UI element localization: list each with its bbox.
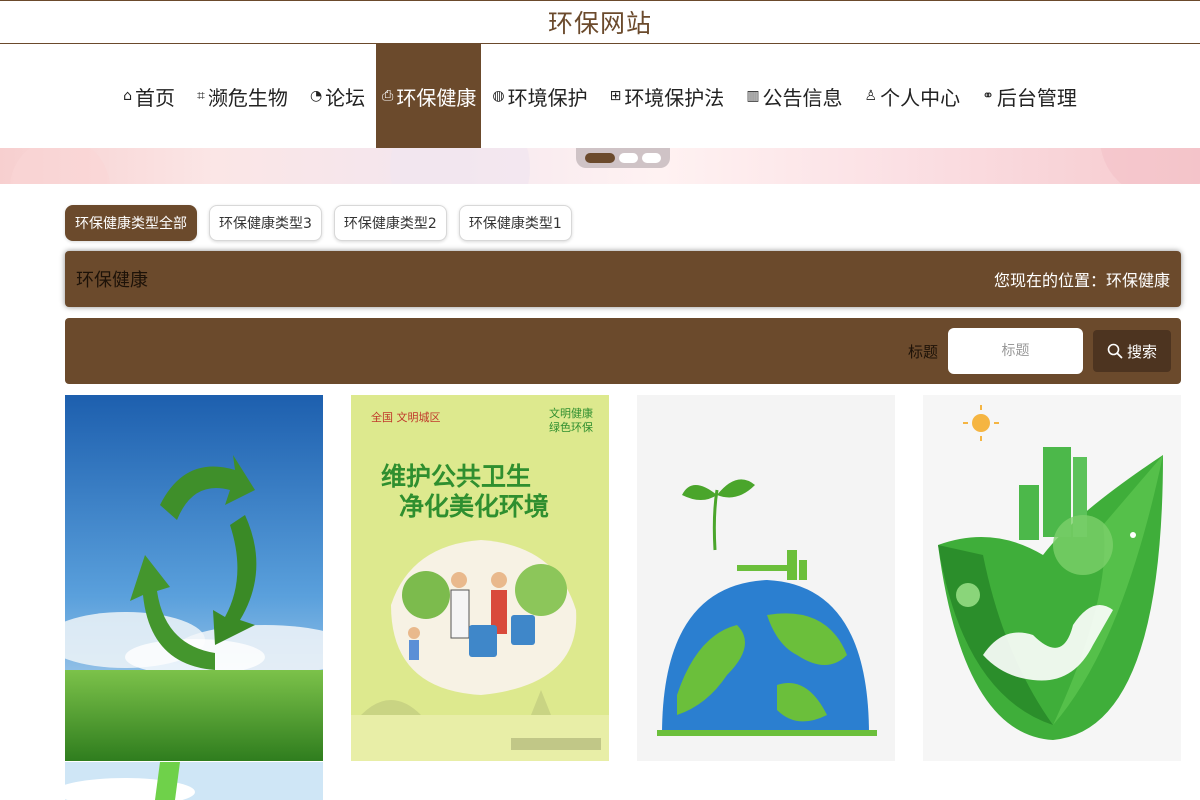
green-city-leaf-card[interactable] bbox=[923, 395, 1181, 761]
carousel-indicators bbox=[576, 148, 670, 168]
main-nav: ⌂ 首页 ⌗ 濒危生物 ◔ 论坛 ⎙ 环保健康 ◍ 环境保护 ⊞ 环境保护法 ▥… bbox=[0, 44, 1200, 148]
category-filters: 环保健康类型全部 环保健康类型3 环保健康类型2 环保健康类型1 bbox=[65, 205, 572, 241]
page: 环保网站 ⌂ 首页 ⌗ 濒危生物 ◔ 论坛 ⎙ 环保健康 ◍ 环境保护 ⊞ 环境… bbox=[0, 0, 1200, 800]
filter-type-2[interactable]: 环保健康类型2 bbox=[333, 205, 447, 241]
nav-item-environment-protection[interactable]: ◍ 环境保护 bbox=[481, 44, 598, 148]
filter-type-3[interactable]: 环保健康类型3 bbox=[209, 205, 322, 241]
nav-item-label: 个人中心 bbox=[880, 85, 961, 110]
nav-item-environment-law[interactable]: ⊞ 环境保护法 bbox=[599, 44, 736, 148]
search-bar: 标题 搜索 bbox=[65, 318, 1181, 384]
carousel-dot-3[interactable] bbox=[642, 153, 661, 163]
search-button[interactable]: 搜索 bbox=[1093, 330, 1171, 372]
nav-item-label: 首页 bbox=[135, 85, 176, 110]
nav-item-home[interactable]: ⌂ 首页 bbox=[112, 44, 186, 148]
carousel-dot-2[interactable] bbox=[619, 153, 638, 163]
recycle-arrows-card[interactable] bbox=[65, 395, 323, 761]
carousel-dot-1[interactable] bbox=[585, 153, 615, 163]
poster-headline-1: 维护公共卫生 bbox=[381, 462, 531, 491]
filter-type-1[interactable]: 环保健康类型1 bbox=[458, 205, 572, 241]
poster-headline-2: 净化美化环境 bbox=[399, 492, 549, 521]
search-input[interactable] bbox=[948, 328, 1083, 374]
nav-item-label: 环境保护 bbox=[507, 85, 588, 110]
site-title: 环保网站 bbox=[547, 9, 652, 38]
poster-top-right-2: 绿色环保 bbox=[549, 420, 593, 434]
gauge-icon: ◔ bbox=[309, 88, 323, 104]
map-icon: ▥ bbox=[746, 88, 760, 104]
nav-item-label: 濒危生物 bbox=[207, 85, 288, 110]
nav-item-label: 环保健康 bbox=[396, 85, 477, 110]
earth-sprout-card[interactable] bbox=[637, 395, 895, 761]
next-row-card-image bbox=[65, 762, 323, 800]
location-text: 您现在的位置：环保健康 bbox=[993, 271, 1170, 290]
poster-card[interactable]: 全国 文明城区 文明健康 绿色环保 维护公共卫生 净化美化环境 bbox=[351, 395, 609, 761]
search-label: 标题 bbox=[907, 342, 938, 361]
nav-item-forum[interactable]: ◔ 论坛 bbox=[299, 44, 376, 148]
nav-item-eco-health[interactable]: ⎙ 环保健康 bbox=[376, 44, 482, 148]
poster-top-left: 全国 文明城区 bbox=[371, 410, 441, 424]
recycle-arrows-image bbox=[65, 395, 323, 761]
breadcrumb: 环保健康 您现在的位置：环保健康 bbox=[65, 251, 1181, 307]
green-city-leaf-image bbox=[923, 395, 1181, 761]
poster-image: 全国 文明城区 文明健康 绿色环保 维护公共卫生 净化美化环境 bbox=[351, 395, 609, 761]
nav-item-announcements[interactable]: ▥ 公告信息 bbox=[735, 44, 853, 148]
section-title: 环保健康 bbox=[76, 270, 148, 291]
nav-item-label: 后台管理 bbox=[996, 85, 1077, 110]
earth-sprout-image bbox=[637, 395, 895, 761]
globe-icon: ◍ bbox=[492, 88, 505, 104]
user-icon: ♙ bbox=[864, 88, 878, 104]
nav-item-label: 论坛 bbox=[325, 85, 366, 110]
apps-icon: ⊞ bbox=[609, 88, 622, 104]
tag-icon: ⌗ bbox=[197, 88, 205, 104]
poster-top-right-1: 文明健康 bbox=[549, 406, 593, 420]
nav-item-endangered-species[interactable]: ⌗ 濒危生物 bbox=[186, 44, 299, 148]
printer-icon: ⎙ bbox=[382, 88, 394, 104]
nav-item-user-center[interactable]: ♙ 个人中心 bbox=[854, 44, 972, 148]
next-row-card[interactable] bbox=[65, 762, 323, 800]
search-button-label: 搜索 bbox=[1126, 342, 1157, 361]
nav-item-admin[interactable]: ⚭ 后台管理 bbox=[971, 44, 1088, 148]
nav-item-label: 公告信息 bbox=[762, 85, 843, 110]
search-icon bbox=[1107, 343, 1123, 359]
filter-all[interactable]: 环保健康类型全部 bbox=[65, 205, 197, 241]
link-icon: ⚭ bbox=[982, 88, 994, 104]
site-header: 环保网站 bbox=[0, 0, 1200, 44]
home-icon: ⌂ bbox=[123, 88, 133, 104]
banner-carousel bbox=[0, 148, 1200, 184]
nav-item-label: 环境保护法 bbox=[624, 85, 725, 110]
